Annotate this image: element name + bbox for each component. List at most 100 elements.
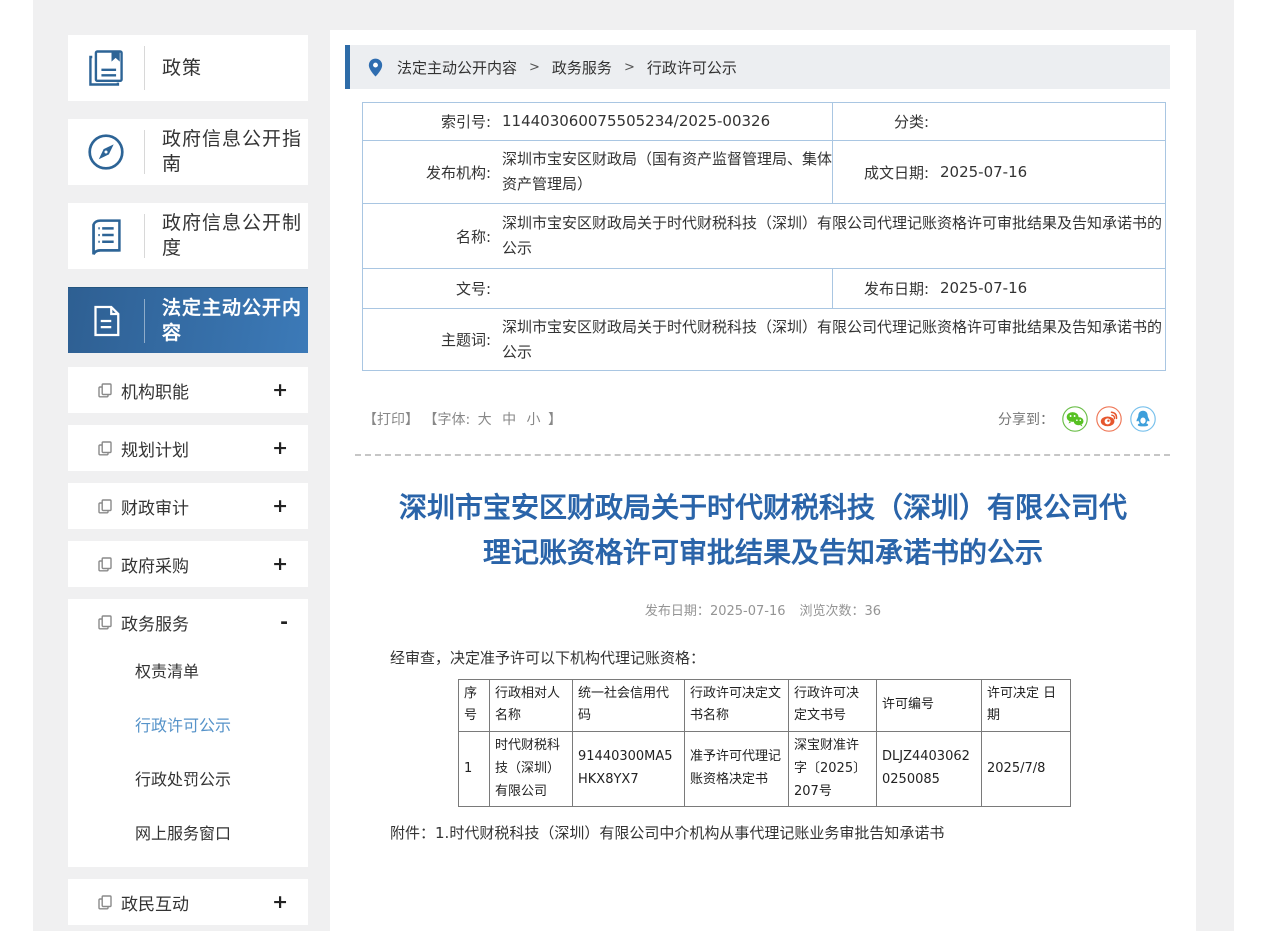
expand-toggle[interactable]: + bbox=[272, 891, 288, 913]
meta-label: 名称: bbox=[363, 226, 491, 247]
sidebar-subitem-admin-penalty-publicity[interactable]: 行政处罚公示 bbox=[68, 753, 308, 807]
meta-row-index: 索引号: 114403060075505234/2025-00326 分类: bbox=[363, 103, 1166, 141]
menu-label: 机构职能 bbox=[121, 378, 272, 403]
meta-row-docnum: 文号: 发布日期: 2025-07-16 bbox=[363, 269, 1166, 309]
table-row: 1 时代财税科技（深圳）有限公司 91440300MA5HKX8YX7 准予许可… bbox=[459, 732, 1071, 807]
sidebar-item-label: 政府信息公开指南 bbox=[145, 127, 308, 176]
meta-row-publisher: 发布机构: 深圳市宝安区财政局（国有资产监督管理局、集体资产管理局） 成文日期:… bbox=[363, 141, 1166, 204]
sidebar-item-gov-services[interactable]: 政务服务 - bbox=[68, 599, 308, 645]
share-label: 分享到： bbox=[998, 409, 1054, 429]
sidebar-item-label: 政策 bbox=[145, 56, 308, 81]
cell-seq: 1 bbox=[459, 732, 490, 807]
sidebar-item-policy[interactable]: 政策 bbox=[68, 35, 308, 101]
cell-credit-code: 91440300MA5HKX8YX7 bbox=[573, 732, 685, 807]
sidebar-item-label: 政府信息公开制度 bbox=[145, 211, 308, 260]
expand-toggle[interactable]: + bbox=[272, 495, 288, 517]
collapse-toggle[interactable]: - bbox=[280, 611, 288, 633]
rules-book-icon bbox=[68, 213, 144, 259]
sidebar-item-label: 法定主动公开内容 bbox=[145, 296, 308, 345]
compass-icon bbox=[68, 129, 144, 175]
publish-date: 2025-07-16 bbox=[710, 604, 786, 619]
meta-value-publisher: 深圳市宝安区财政局（国有资产监督管理局、集体资产管理局） bbox=[491, 147, 832, 197]
publish-info: 发布日期：2025-07-16 浏览次数：36 bbox=[330, 600, 1196, 619]
font-medium-button[interactable]: 中 bbox=[502, 412, 516, 428]
meta-label: 发布机构: bbox=[363, 162, 491, 183]
attachment-link[interactable]: 1.时代财税科技（深圳）有限公司中介机构从事代理记账业务审批告知承诺书 bbox=[435, 824, 944, 842]
meta-row-keywords: 主题词: 深圳市宝安区财政局关于时代财税科技（深圳）有限公司代理记账资格许可审批… bbox=[363, 309, 1166, 371]
license-table: 序号 行政相对人名称 统一社会信用代码 行政许可决定文书名称 行政许可决定文书号… bbox=[458, 679, 1071, 808]
wechat-icon[interactable] bbox=[1062, 406, 1088, 432]
menu-label: 政民互动 bbox=[121, 890, 272, 915]
pages-icon bbox=[98, 383, 112, 398]
sidebar-item-statutory-disclosure[interactable]: 法定主动公开内容 bbox=[68, 287, 308, 353]
meta-label: 主题词: bbox=[363, 329, 491, 350]
weibo-icon[interactable] bbox=[1096, 406, 1122, 432]
dashed-divider bbox=[355, 454, 1170, 456]
col-header: 许可决定 日期 bbox=[982, 679, 1071, 732]
sidebar-subitem-online-service-window[interactable]: 网上服务窗口 bbox=[68, 807, 308, 861]
article-title: 深圳市宝安区财政局关于时代财税科技（深圳）有限公司代理记账资格许可审批结果及告知… bbox=[388, 486, 1138, 576]
sidebar-item-gov-info-rules[interactable]: 政府信息公开制度 bbox=[68, 203, 308, 269]
views-label: 浏览次数： bbox=[800, 604, 865, 619]
menu-label: 政府采购 bbox=[121, 552, 272, 577]
attachment-label: 附件： bbox=[390, 824, 435, 842]
publish-date-label: 发布日期： bbox=[645, 604, 710, 619]
sidebar-item-org-functions[interactable]: 机构职能 + bbox=[68, 367, 308, 413]
meta-value-keywords: 深圳市宝安区财政局关于时代财税科技（深圳）有限公司代理记账资格许可审批结果及告知… bbox=[491, 315, 1165, 365]
col-header: 序号 bbox=[459, 679, 490, 732]
cell-license-number: DLJZ44030620250085 bbox=[877, 732, 982, 807]
cell-company: 时代财税科技（深圳）有限公司 bbox=[490, 732, 573, 807]
font-large-button[interactable]: 大 bbox=[478, 412, 492, 428]
sidebar-subitem-responsibility-list[interactable]: 权责清单 bbox=[68, 645, 308, 699]
sidebar-item-fiscal-audit[interactable]: 财政审计 + bbox=[68, 483, 308, 529]
expand-toggle[interactable]: + bbox=[272, 553, 288, 575]
location-pin-icon bbox=[368, 58, 383, 77]
print-font-controls: 【打印】 【字体: 大 中 小 】 bbox=[363, 409, 562, 429]
attachment-line: 附件：1.时代财税科技（深圳）有限公司中介机构从事代理记账业务审批告知承诺书 bbox=[390, 822, 1196, 843]
meta-label: 索引号: bbox=[363, 111, 491, 132]
print-button[interactable]: 【打印】 bbox=[363, 412, 419, 428]
col-header: 行政许可决定文书名称 bbox=[685, 679, 789, 732]
breadcrumb-item-statutory-disclosure[interactable]: 法定主动公开内容 bbox=[397, 57, 517, 78]
font-size-label-close: 】 bbox=[548, 412, 562, 428]
meta-value-written-date: 2025-07-16 bbox=[929, 160, 1165, 185]
policy-book-icon bbox=[68, 46, 144, 90]
col-header: 行政许可决定文书号 bbox=[789, 679, 877, 732]
meta-row-name: 名称: 深圳市宝安区财政局关于时代财税科技（深圳）有限公司代理记账资格许可审批结… bbox=[363, 204, 1166, 269]
qq-icon[interactable] bbox=[1130, 406, 1156, 432]
breadcrumb-item-gov-services[interactable]: 政务服务 bbox=[552, 57, 612, 78]
sidebar-item-gov-info-guide[interactable]: 政府信息公开指南 bbox=[68, 119, 308, 185]
license-table-header-row: 序号 行政相对人名称 统一社会信用代码 行政许可决定文书名称 行政许可决定文书号… bbox=[459, 679, 1071, 732]
meta-value-index: 114403060075505234/2025-00326 bbox=[491, 109, 832, 134]
share-bar: 分享到： bbox=[998, 406, 1156, 432]
article-intro: 经审查，决定准予许可以下机构代理记账资格： bbox=[390, 647, 1196, 668]
col-header: 许可编号 bbox=[877, 679, 982, 732]
meta-label: 文号: bbox=[363, 278, 491, 299]
pages-icon bbox=[98, 615, 112, 630]
meta-value-name: 深圳市宝安区财政局关于时代财税科技（深圳）有限公司代理记账资格许可审批结果及告知… bbox=[491, 211, 1165, 261]
cell-decision-doc: 准予许可代理记账资格决定书 bbox=[685, 732, 789, 807]
sidebar-item-planning[interactable]: 规划计划 + bbox=[68, 425, 308, 471]
font-size-label: 【字体: bbox=[423, 412, 470, 428]
breadcrumb-separator: > bbox=[624, 60, 635, 75]
pages-icon bbox=[98, 499, 112, 514]
breadcrumb-item-admin-license-publicity[interactable]: 行政许可公示 bbox=[647, 57, 737, 78]
sidebar-subitem-admin-license-publicity[interactable]: 行政许可公示 bbox=[68, 699, 308, 753]
font-small-button[interactable]: 小 bbox=[527, 412, 541, 428]
meta-table: 索引号: 114403060075505234/2025-00326 分类: 发… bbox=[362, 102, 1166, 371]
document-icon bbox=[68, 300, 144, 342]
main-content: 法定主动公开内容 > 政务服务 > 行政许可公示 索引号: 1144030600… bbox=[330, 30, 1196, 931]
expand-toggle[interactable]: + bbox=[272, 379, 288, 401]
pages-icon bbox=[98, 557, 112, 572]
breadcrumb-separator: > bbox=[529, 60, 540, 75]
expand-toggle[interactable]: + bbox=[272, 437, 288, 459]
menu-label: 规划计划 bbox=[121, 436, 272, 461]
col-header: 行政相对人名称 bbox=[490, 679, 573, 732]
sidebar-item-gov-procurement[interactable]: 政府采购 + bbox=[68, 541, 308, 587]
col-header: 统一社会信用代码 bbox=[573, 679, 685, 732]
pages-icon bbox=[98, 895, 112, 910]
views-count: 36 bbox=[865, 604, 882, 619]
cell-doc-number: 深宝财准许字〔2025〕207号 bbox=[789, 732, 877, 807]
sidebar-item-public-interaction[interactable]: 政民互动 + bbox=[68, 879, 308, 925]
menu-label: 政务服务 bbox=[121, 610, 280, 635]
